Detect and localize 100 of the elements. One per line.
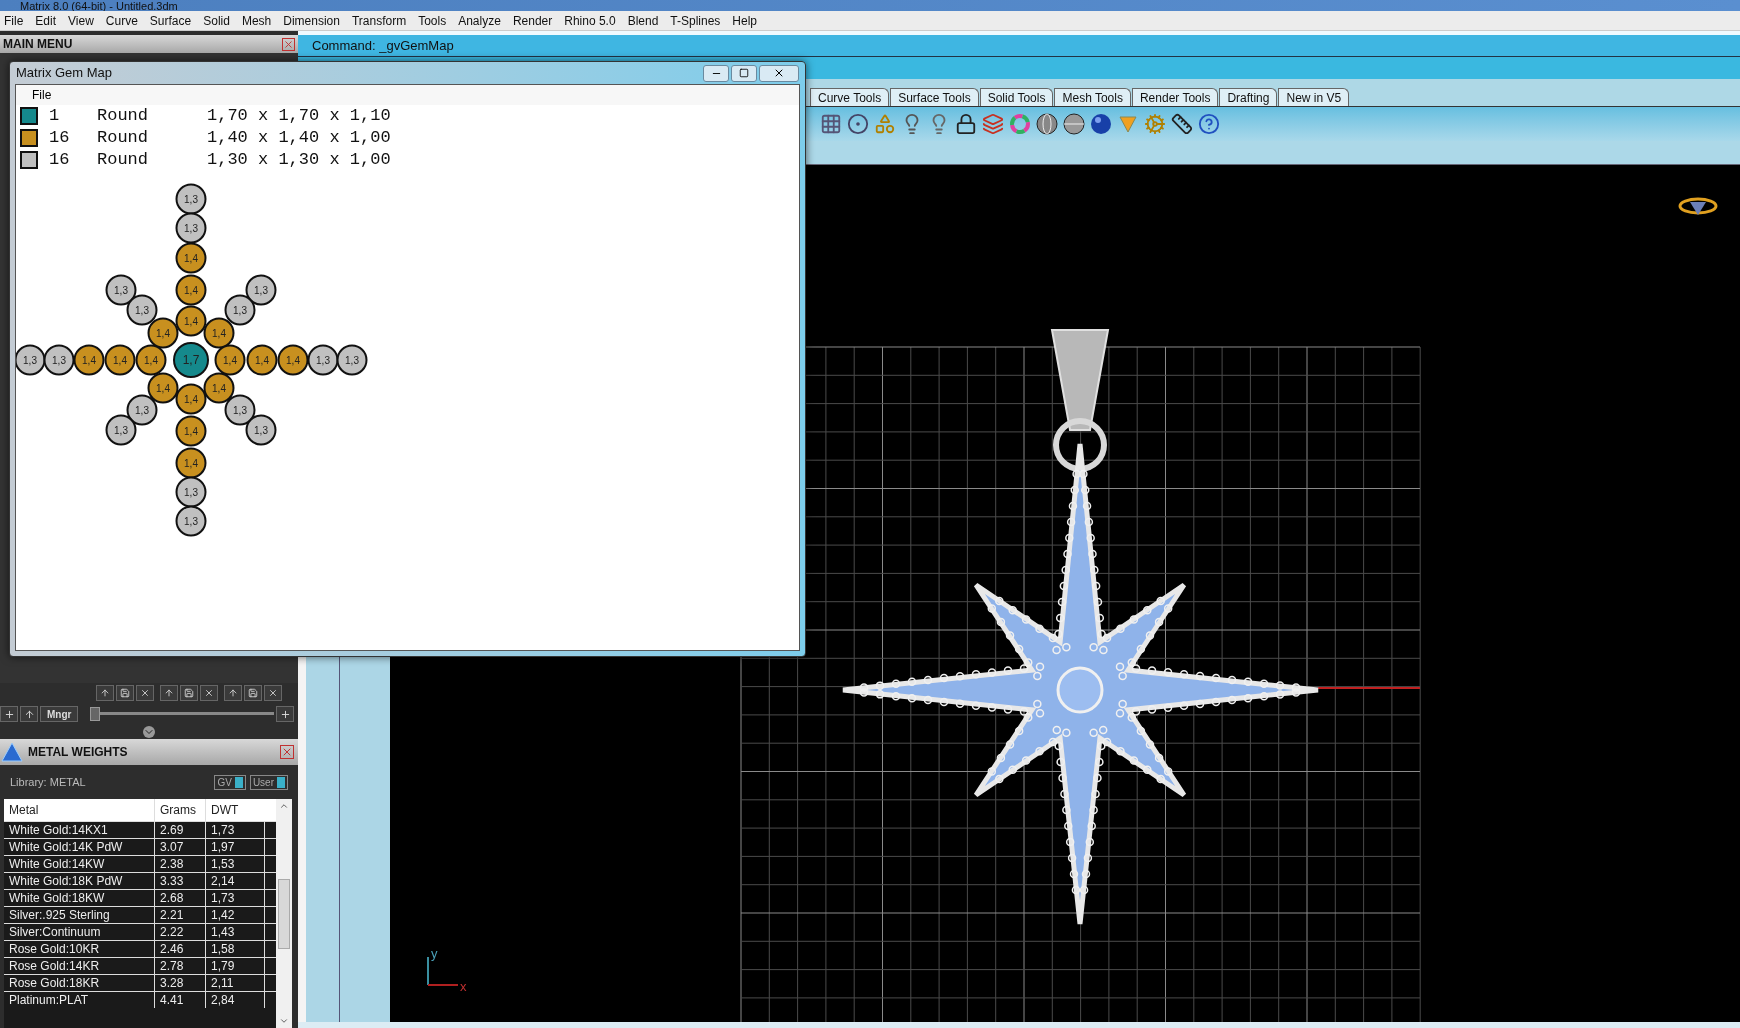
window-title: Matrix 8.0 (64-bit) - Untitled.3dm — [20, 0, 178, 12]
circle-icon[interactable] — [847, 113, 869, 135]
gem-size-label: 1,3 — [184, 193, 198, 205]
up-button[interactable] — [224, 685, 242, 701]
menu-item[interactable]: Rhino 5.0 — [564, 11, 616, 30]
collapse-icon[interactable] — [143, 726, 155, 738]
close-icon[interactable] — [280, 745, 294, 759]
close-icon[interactable] — [282, 37, 295, 51]
save-icon — [120, 688, 130, 698]
close-icon — [140, 688, 150, 698]
library-toggle[interactable]: User — [249, 774, 288, 790]
toolbar-tab[interactable]: Drafting — [1219, 88, 1278, 106]
slider-thumb[interactable] — [90, 707, 101, 721]
stone-count: 16 — [49, 149, 71, 172]
menu-item[interactable]: View — [68, 11, 94, 30]
panel-title: METAL WEIGHTS — [28, 744, 129, 761]
slider-track[interactable] — [90, 707, 274, 721]
menu-item[interactable]: Dimension — [283, 11, 340, 30]
library-toggle[interactable]: GV — [214, 774, 246, 790]
gem-size-label: 1,3 — [135, 404, 149, 416]
delete-button[interactable] — [200, 685, 218, 701]
stone-size: 1,70 x 1,70 x 1,10 — [207, 105, 391, 128]
scroll-down-icon[interactable] — [279, 1016, 289, 1026]
delete-button[interactable] — [264, 685, 282, 701]
layers-icon[interactable] — [982, 113, 1004, 135]
menu-item[interactable]: File — [4, 11, 24, 30]
sphere-icon[interactable] — [1090, 113, 1112, 135]
table-cell-text: Rose Gold:14KR — [8, 958, 101, 974]
table-cell: 2,84 — [205, 992, 265, 1008]
window-title: Matrix Gem Map — [16, 64, 113, 83]
dimension-icon[interactable] — [1171, 113, 1193, 135]
stone-type-label: Round — [97, 127, 149, 150]
menu-item[interactable]: Mesh — [241, 11, 272, 30]
arrow-up-icon — [164, 688, 174, 698]
table-cell: 3.07 — [154, 839, 205, 855]
table-cell-text: White Gold:14K PdW — [8, 839, 124, 855]
up-button[interactable] — [20, 706, 38, 722]
close-icon — [773, 67, 785, 79]
save-button[interactable] — [180, 685, 198, 701]
table-cell: 3.28 — [154, 975, 205, 991]
toolbar-tab[interactable]: Solid Tools — [979, 88, 1054, 106]
gem-size-label: 1,4 — [212, 327, 226, 339]
sphere-icon[interactable] — [1036, 113, 1058, 135]
table-cell: 1,53 — [205, 856, 265, 872]
add-button[interactable] — [276, 706, 294, 722]
scrollbar-thumb[interactable] — [278, 878, 290, 949]
column-header[interactable]: Grams — [154, 799, 205, 821]
toolbar-tab[interactable]: Mesh Tools — [1054, 88, 1131, 106]
table-cell: 1,79 — [205, 958, 265, 974]
table-cell-text: Silver:Continuum — [8, 924, 102, 940]
menu-item[interactable]: Surface — [149, 11, 192, 30]
logo-icon — [1678, 197, 1718, 215]
table-cell: 4.41 — [154, 992, 205, 1008]
stone-size: 1,40 x 1,40 x 1,00 — [207, 127, 391, 150]
menu-item[interactable]: Transform — [351, 11, 407, 30]
up-button[interactable] — [160, 685, 178, 701]
arrow-up-icon — [23, 708, 35, 720]
toggle-icon — [277, 776, 285, 788]
up-button[interactable] — [96, 685, 114, 701]
column-header[interactable]: Metal — [4, 799, 154, 821]
grid-icon[interactable] — [820, 113, 842, 135]
scroll-up-icon[interactable] — [279, 801, 289, 811]
table-cell: 1,42 — [205, 907, 265, 923]
menu-item[interactable]: Blend — [627, 11, 659, 30]
gem-size-label: 1,3 — [233, 304, 247, 316]
delete-button[interactable] — [136, 685, 154, 701]
sphere-icon[interactable] — [1063, 113, 1085, 135]
table-cell: 1,97 — [205, 839, 265, 855]
gem-size-label: 1,4 — [184, 252, 198, 264]
lock-icon[interactable] — [955, 113, 977, 135]
gem-size-label: 1,3 — [114, 424, 128, 436]
table-cell: 1,43 — [205, 924, 265, 940]
scrollbar[interactable] — [276, 799, 292, 1028]
add-button[interactable] — [0, 706, 18, 722]
toolbar-tab[interactable]: Surface Tools — [890, 88, 979, 106]
menu-item[interactable]: Tools — [418, 11, 447, 30]
table-cell-text: Rose Gold:10KR — [8, 941, 101, 957]
menu-item[interactable]: T-Splines — [670, 11, 721, 30]
table-cell: 2,11 — [205, 975, 265, 991]
close-button[interactable] — [759, 64, 799, 82]
table-cell: 3.33 — [154, 873, 205, 889]
save-button[interactable] — [116, 685, 134, 701]
toolbar-tab[interactable]: New in V5 — [1278, 88, 1350, 106]
menu-item[interactable]: Curve — [105, 11, 138, 30]
color-wheel-icon[interactable] — [1009, 113, 1031, 135]
menu-item[interactable]: Help — [732, 11, 758, 30]
help-icon[interactable] — [1198, 113, 1220, 135]
menu-item[interactable]: Edit — [35, 11, 57, 30]
toolbar-tab[interactable]: Render Tools — [1131, 88, 1219, 106]
minimize-button[interactable] — [703, 64, 729, 82]
column-header[interactable]: DWT — [205, 799, 265, 821]
gem-size-label: 1,3 — [114, 284, 128, 296]
manager-button[interactable]: Mngr — [40, 706, 79, 722]
save-button[interactable] — [244, 685, 262, 701]
toolbar-tab[interactable]: Curve Tools — [810, 88, 890, 106]
menu-item[interactable]: Analyze — [458, 11, 501, 30]
menu-item[interactable]: Render — [512, 11, 553, 30]
maximize-button[interactable] — [731, 64, 757, 82]
menu-item[interactable]: Solid — [203, 11, 230, 30]
menu-item[interactable]: File — [32, 86, 52, 104]
